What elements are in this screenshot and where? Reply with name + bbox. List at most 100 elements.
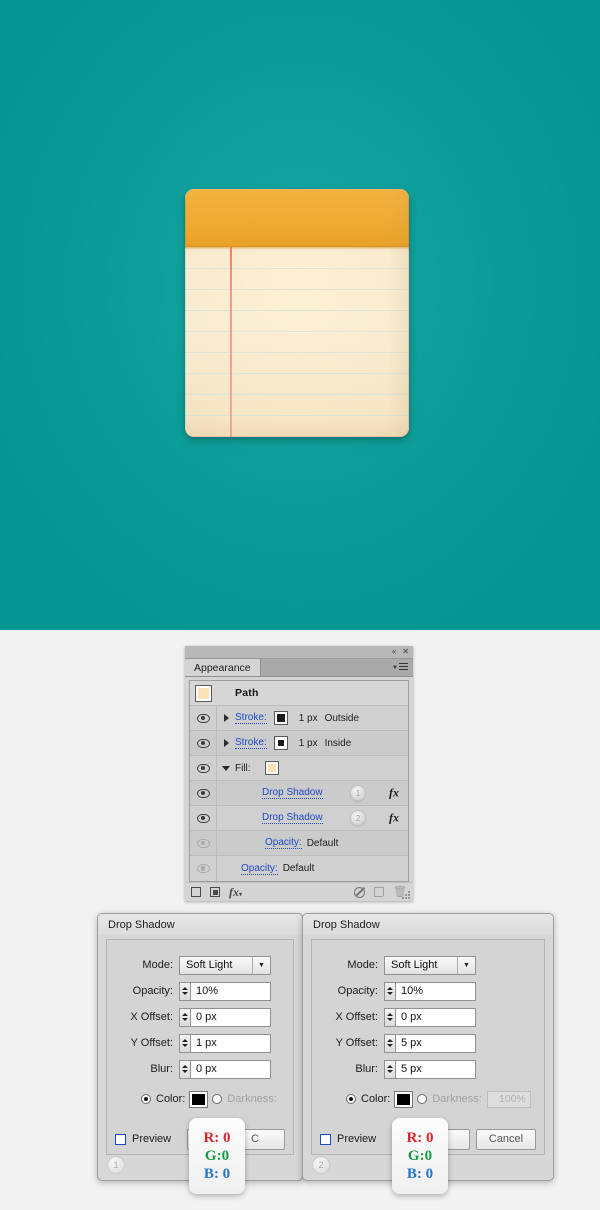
notepad-margin-line: [230, 247, 232, 437]
notepad-rule: [185, 373, 409, 374]
field-label: X Offset:: [335, 1011, 378, 1023]
mode-select[interactable]: Soft Light ▼: [384, 955, 476, 975]
y-offset-input[interactable]: 5 px: [395, 1033, 476, 1053]
panel-tab-row: Appearance ▼: [185, 659, 413, 677]
shadow-color-swatch[interactable]: [189, 1090, 209, 1108]
opacity-input[interactable]: 10%: [395, 981, 476, 1001]
eye-icon: [196, 763, 210, 773]
appearance-row-opacity-outer[interactable]: Opacity: Default: [190, 856, 408, 881]
rgb-callout-2: R: 0 G:0 B: 0: [392, 1118, 448, 1194]
close-icon[interactable]: ✕: [402, 648, 409, 656]
opacity-link[interactable]: Opacity:: [265, 837, 302, 849]
dialog-title: Drop Shadow: [98, 914, 302, 935]
notepad-header-strip: [185, 189, 409, 250]
darkness-radio-label: Darkness:: [227, 1093, 277, 1105]
darkness-radio-label: Darkness:: [432, 1093, 482, 1105]
rgb-blue-value: B: 0: [203, 1165, 231, 1182]
disclosure-triangle[interactable]: [217, 739, 235, 747]
blur-stepper[interactable]: [384, 1059, 395, 1079]
preview-checkbox[interactable]: [320, 1133, 331, 1145]
stroke-link[interactable]: Stroke:: [235, 712, 267, 724]
visibility-toggle[interactable]: [190, 781, 217, 805]
fx-icon[interactable]: fx: [389, 811, 399, 826]
stroke-color-swatch[interactable]: [273, 736, 288, 750]
stroke-weight-text: 1 px: [298, 712, 318, 724]
tab-appearance[interactable]: Appearance: [185, 659, 261, 676]
stroke-color-swatch[interactable]: [273, 711, 288, 725]
chevron-right-icon: [223, 714, 229, 722]
fx-icon[interactable]: fx: [389, 786, 399, 801]
opacity-value: Default: [282, 863, 315, 874]
opacity-stepper[interactable]: [179, 981, 190, 1001]
clear-appearance-icon[interactable]: [354, 886, 366, 898]
stroke-align-text: Inside: [324, 737, 352, 749]
stroke-link[interactable]: Stroke:: [235, 737, 267, 749]
visibility-toggle[interactable]: [190, 831, 217, 855]
field-label: Mode:: [142, 959, 173, 971]
appearance-row-drop-shadow-2[interactable]: Drop Shadow 2 fx: [190, 806, 408, 831]
notepad-rule: [185, 310, 409, 311]
chevron-down-icon: [222, 765, 230, 771]
appearance-panel: « ✕ Appearance ▼ Path Stroke: 1 px Outsi…: [185, 646, 413, 901]
visibility-toggle[interactable]: [190, 731, 217, 755]
mode-select[interactable]: Soft Light ▼: [179, 955, 271, 975]
x-offset-input[interactable]: 0 px: [395, 1007, 476, 1027]
x-offset-stepper[interactable]: [179, 1007, 190, 1027]
cancel-button[interactable]: Cancel: [476, 1128, 536, 1150]
disclosure-triangle[interactable]: [217, 714, 235, 722]
visibility-toggle[interactable]: [190, 806, 217, 830]
fill-color-swatch[interactable]: [264, 761, 279, 775]
opacity-input[interactable]: 10%: [190, 981, 271, 1001]
blur-stepper[interactable]: [179, 1059, 190, 1079]
appearance-row-path[interactable]: Path: [190, 681, 408, 706]
panel-menu-icon[interactable]: ▼: [392, 659, 413, 676]
y-offset-input[interactable]: 1 px: [190, 1033, 271, 1053]
appearance-row-drop-shadow-1[interactable]: Drop Shadow 1 fx: [190, 781, 408, 806]
color-mode-row: Color: Darkness: 100%: [312, 1086, 544, 1112]
appearance-row-stroke-outside[interactable]: Stroke: 1 px Outside: [190, 706, 408, 731]
appearance-row-opacity-inner[interactable]: Opacity: Default: [190, 831, 408, 856]
panel-footer-toolbar: fx▾ 🗑: [185, 882, 413, 901]
field-opacity: Opacity: 10%: [312, 978, 544, 1004]
blur-input[interactable]: 0 px: [190, 1059, 271, 1079]
drop-shadow-link[interactable]: Drop Shadow: [262, 787, 323, 799]
rgb-blue-value: B: 0: [406, 1165, 434, 1182]
field-label: Mode:: [347, 959, 378, 971]
add-effect-icon[interactable]: fx▾: [229, 885, 242, 900]
stroke-weight-value: 1 px Outside: [299, 713, 359, 724]
add-new-fill-icon[interactable]: [210, 887, 220, 897]
x-offset-input[interactable]: 0 px: [190, 1007, 271, 1027]
visibility-toggle[interactable]: [190, 856, 217, 881]
disclosure-triangle[interactable]: [217, 765, 235, 771]
darkness-radio[interactable]: [212, 1094, 223, 1104]
duplicate-item-icon[interactable]: [374, 887, 385, 897]
color-radio-label: Color:: [361, 1093, 391, 1105]
y-offset-stepper[interactable]: [179, 1033, 190, 1053]
color-radio[interactable]: [346, 1094, 356, 1104]
collapse-icon[interactable]: «: [392, 648, 396, 656]
eye-icon: [196, 813, 210, 823]
shadow-color-swatch[interactable]: [394, 1090, 414, 1108]
appearance-row-stroke-inside[interactable]: Stroke: 1 px Inside: [190, 731, 408, 756]
x-offset-stepper[interactable]: [384, 1007, 395, 1027]
add-new-stroke-icon[interactable]: [191, 887, 201, 897]
rgb-green-value: G:0: [407, 1147, 433, 1164]
preview-checkbox[interactable]: [115, 1133, 126, 1145]
opacity-link[interactable]: Opacity:: [241, 863, 278, 875]
rgb-red-value: R: 0: [203, 1129, 231, 1146]
y-offset-stepper[interactable]: [384, 1033, 395, 1053]
darkness-radio[interactable]: [417, 1094, 428, 1104]
field-mode: Mode: Soft Light ▼: [312, 952, 544, 978]
blur-input[interactable]: 5 px: [395, 1059, 476, 1079]
color-radio[interactable]: [141, 1094, 151, 1104]
resize-grip[interactable]: [402, 891, 411, 900]
opacity-stepper[interactable]: [384, 981, 395, 1001]
notepad-icon: [185, 189, 409, 437]
drop-shadow-link[interactable]: Drop Shadow: [262, 812, 323, 824]
field-y-offset: Y Offset: 1 px: [107, 1030, 293, 1056]
appearance-row-fill[interactable]: Fill:: [190, 756, 408, 781]
visibility-toggle[interactable]: [190, 706, 217, 730]
field-label: Y Offset:: [130, 1037, 173, 1049]
visibility-toggle[interactable]: [190, 756, 217, 780]
eye-icon: [196, 738, 210, 748]
